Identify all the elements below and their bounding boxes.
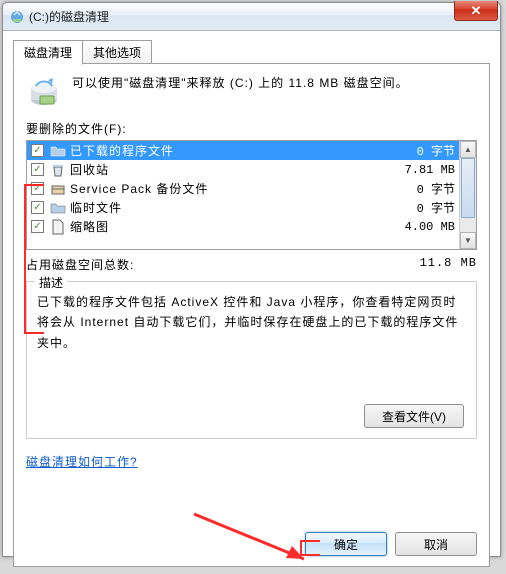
files-listbox: 已下载的程序文件0 字节回收站7.81 MBService Pack 备份文件0…	[26, 140, 477, 250]
ok-button[interactable]: 确定	[305, 532, 387, 556]
item-name: 回收站	[70, 161, 375, 178]
list-item[interactable]: 缩略图4.00 MB	[27, 217, 459, 236]
list-item[interactable]: 临时文件0 字节	[27, 198, 459, 217]
files-label: 要删除的文件(F):	[26, 120, 477, 137]
tab-cleanup[interactable]: 磁盘清理	[13, 40, 83, 65]
description-group: 描述 已下载的程序文件包括 ActiveX 控件和 Java 小程序，你查看特定…	[26, 281, 477, 439]
description-title: 描述	[35, 274, 67, 291]
cancel-button[interactable]: 取消	[395, 532, 477, 556]
view-files-button[interactable]: 查看文件(V)	[364, 404, 464, 428]
scroll-thumb[interactable]	[461, 158, 475, 218]
item-size: 0 字节	[375, 180, 455, 197]
item-name: 已下载的程序文件	[70, 142, 375, 159]
list-item[interactable]: 已下载的程序文件0 字节	[27, 141, 459, 160]
file-icon	[50, 162, 66, 178]
item-size: 7.81 MB	[375, 163, 455, 177]
dialog-buttons: 确定 取消	[305, 532, 477, 556]
item-name: Service Pack 备份文件	[70, 180, 375, 197]
scroll-up-button[interactable]: ▲	[460, 141, 476, 158]
checkbox[interactable]	[31, 182, 44, 195]
panel-cleanup: 可以使用"磁盘清理"来释放 (C:) 上的 11.8 MB 磁盘空间。 要删除的…	[13, 63, 490, 567]
total-row: 占用磁盘空间总数: 11.8 MB	[26, 256, 477, 273]
file-icon	[50, 219, 66, 235]
item-size: 4.00 MB	[375, 220, 455, 234]
file-icon	[50, 143, 66, 159]
dialog-window: (C:)的磁盘清理 ✕ 磁盘清理其他选项 可以使用"磁盘清理"来释放 (C:) …	[2, 2, 501, 557]
help-link[interactable]: 磁盘清理如何工作?	[26, 453, 138, 470]
item-size: 0 字节	[375, 142, 455, 159]
scrollbar: ▲ ▼	[459, 141, 476, 249]
window-title: (C:)的磁盘清理	[29, 8, 496, 25]
info-row: 可以使用"磁盘清理"来释放 (C:) 上的 11.8 MB 磁盘空间。	[26, 74, 477, 110]
list-body: 已下载的程序文件0 字节回收站7.81 MBService Pack 备份文件0…	[27, 141, 459, 249]
close-button[interactable]: ✕	[454, 1, 498, 21]
app-icon	[9, 9, 25, 25]
checkbox[interactable]	[31, 201, 44, 214]
checkbox[interactable]	[31, 144, 44, 157]
list-item[interactable]: Service Pack 备份文件0 字节	[27, 179, 459, 198]
total-label: 占用磁盘空间总数:	[26, 256, 134, 273]
scroll-track[interactable]	[460, 158, 476, 232]
item-size: 0 字节	[375, 199, 455, 216]
checkbox[interactable]	[31, 163, 44, 176]
list-item[interactable]: 回收站7.81 MB	[27, 160, 459, 179]
disk-cleanup-icon	[26, 74, 62, 110]
total-value: 11.8 MB	[420, 256, 477, 273]
info-text: 可以使用"磁盘清理"来释放 (C:) 上的 11.8 MB 磁盘空间。	[72, 74, 409, 93]
file-icon	[50, 181, 66, 197]
file-icon	[50, 200, 66, 216]
tabstrip: 磁盘清理其他选项	[13, 39, 490, 63]
scroll-down-button[interactable]: ▼	[460, 232, 476, 249]
description-text: 已下载的程序文件包括 ActiveX 控件和 Java 小程序，你查看特定网页时…	[37, 292, 466, 353]
tab-other[interactable]: 其他选项	[82, 40, 152, 65]
checkbox[interactable]	[31, 220, 44, 233]
item-name: 缩略图	[70, 218, 375, 235]
titlebar: (C:)的磁盘清理 ✕	[3, 3, 500, 31]
item-name: 临时文件	[70, 199, 375, 216]
